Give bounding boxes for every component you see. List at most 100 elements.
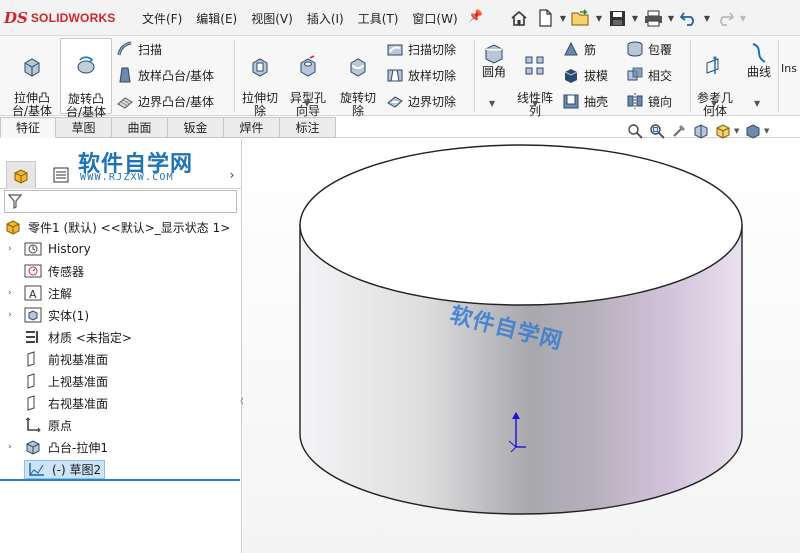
menu-view[interactable]: 视图(V) [251,10,293,27]
tree-item-history[interactable]: › History [8,238,91,260]
extrude-icon [26,440,40,455]
chevron-down-icon[interactable]: ▼ [711,99,717,108]
graphics-area[interactable]: 软件自学网 [243,139,800,553]
chevron-down-icon[interactable]: ▼ [558,14,568,23]
menu-edit[interactable]: 编辑(E) [196,10,237,27]
reference-geometry-button[interactable]: 参考几 何体 [692,42,738,118]
view-orientation-icon[interactable] [712,121,734,141]
solidworks-logo[interactable]: DS SOLIDWORKS [4,9,116,27]
tree-filter-input[interactable] [4,190,237,213]
tree-item-label: 注解 [48,286,73,301]
property-list-icon [53,167,69,183]
rib-button[interactable]: 筋 [562,39,596,59]
chevron-right-icon[interactable]: › [224,161,240,189]
display-style-icon[interactable] [742,121,764,141]
tab-sheet-metal[interactable]: 钣金 [168,117,224,138]
undo-icon[interactable] [676,5,702,31]
instant3d-button[interactable]: Ins [781,62,800,75]
loft-boss-button[interactable]: 放样凸台/基体 [116,65,214,85]
tree-item-origin[interactable]: 原点 [8,414,72,436]
menu-tools[interactable]: 工具(T) [358,10,399,27]
tree-item-solid-bodies[interactable]: › 实体(1) [8,304,89,326]
boundary-cut-button[interactable]: 边界切除 [386,91,456,111]
boundary-boss-button[interactable]: 边界凸台/基体 [116,91,214,111]
swept-cut-icon [387,44,403,56]
tree-item-front-plane[interactable]: 前视基准面 [8,348,108,370]
tree-item-right-plane[interactable]: 右视基准面 [8,392,108,414]
redo-icon[interactable] [712,5,738,31]
rib-label: 筋 [584,42,597,57]
chevron-down-icon[interactable]: ▼ [489,99,495,108]
chevron-down-icon[interactable]: ▼ [532,99,538,108]
tree-item-annotations[interactable]: › A 注解 [8,282,72,304]
curves-icon [752,43,766,63]
chevron-down-icon[interactable]: ▼ [734,127,742,135]
home-icon[interactable] [506,5,532,31]
linear-pattern-button[interactable]: 线性阵 列 [512,42,558,118]
fillet-button[interactable]: 圆角 [476,42,512,106]
watermark-url: WWW.RJZXW.COM [80,172,174,183]
menu-window[interactable]: 窗口(W) [412,10,457,27]
chevron-down-icon[interactable]: ▼ [738,14,748,23]
reference-geometry-icon [706,56,719,74]
cylinder-top-face[interactable] [299,144,743,306]
sweep-button[interactable]: 扫描 [116,39,162,59]
chevron-down-icon[interactable]: ▼ [630,14,640,23]
tab-features[interactable]: 特征 [0,117,56,138]
extrude-cut-icon [252,58,268,77]
expand-arrow-icon[interactable]: › [8,442,18,452]
intersect-button[interactable]: 相交 [626,65,672,85]
logo-text: SOLIDWORKS [30,11,116,25]
draft-button[interactable]: 拔模 [562,65,608,85]
new-doc-icon[interactable] [532,5,558,31]
chevron-down-icon[interactable]: ▼ [594,14,604,23]
tab-weldments[interactable]: 焊件 [224,117,280,138]
lofted-cut-button[interactable]: 放样切除 [386,65,456,85]
swept-cut-button[interactable]: 扫描切除 [386,39,456,59]
revolve-cut-button[interactable]: 旋转切 除 [334,42,382,118]
mirror-icon [627,93,643,109]
tree-part-root[interactable]: 零件1 (默认) <<默认>_显示状态 1> [4,216,230,238]
pin-menu-icon[interactable]: 📌 [468,9,483,23]
save-icon[interactable] [604,5,630,31]
tree-rollback-bar[interactable] [0,479,240,481]
chevron-down-icon[interactable]: ▼ [304,99,310,108]
open-icon[interactable] [568,5,594,31]
zoom-to-fit-icon[interactable] [624,121,646,141]
shell-button[interactable]: 抽壳 [562,91,608,111]
property-manager-tab[interactable] [46,161,76,189]
curves-button[interactable]: 曲线 [740,42,778,106]
tree-item-boss-extrude1[interactable]: › 凸台-拉伸1 [8,436,108,458]
tab-dimxpert[interactable]: 标注 [280,117,336,138]
expand-arrow-icon[interactable]: › [8,288,18,298]
feature-manager-tab[interactable] [6,161,36,189]
extrude-boss-button[interactable]: 拉伸凸 台/基体 [6,42,58,118]
previous-view-icon[interactable] [668,121,690,141]
hole-wizard-icon [300,55,316,77]
print-icon[interactable] [640,5,666,31]
tree-item-label: (-) 草图2 [52,462,102,477]
mirror-button[interactable]: 镜向 [626,91,672,111]
part-name: 零件1 (默认) <<默认>_显示状态 1> [28,220,231,235]
tree-item-material[interactable]: 材质 <未指定> [8,326,132,348]
tree-item-top-plane[interactable]: 上视基准面 [8,370,108,392]
extrude-cut-button[interactable]: 拉伸切 除 [236,42,284,118]
wrap-button[interactable]: 包覆 [626,39,672,59]
chevron-down-icon[interactable]: ▼ [666,14,676,23]
curves-label: 曲线 [746,65,771,79]
tree-item-sensors[interactable]: 传感器 [8,260,84,282]
menu-file[interactable]: 文件(F) [142,10,182,27]
menu-insert[interactable]: 插入(I) [307,10,344,27]
tab-sketch[interactable]: 草图 [56,117,112,138]
chevron-down-icon[interactable]: ▼ [702,14,712,23]
tab-surfaces[interactable]: 曲面 [112,117,168,138]
section-view-icon[interactable] [690,121,712,141]
tree-item-sketch2[interactable]: (-) 草图2 [8,458,106,480]
chevron-down-icon[interactable]: ▼ [754,99,760,108]
zoom-to-area-icon[interactable] [646,121,668,141]
expand-arrow-icon[interactable]: › [8,310,18,320]
revolve-boss-button[interactable]: 旋转凸 台/基体 [60,38,112,119]
hole-wizard-button[interactable]: 异型孔 向导 [284,42,332,118]
chevron-down-icon[interactable]: ▼ [764,127,772,135]
expand-arrow-icon[interactable]: › [8,244,18,254]
